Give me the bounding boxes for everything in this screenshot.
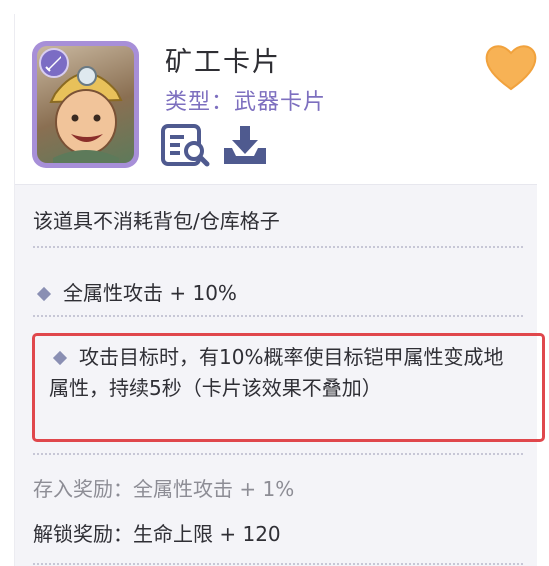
divider — [33, 315, 523, 317]
card-header: 矿工卡片 类型：武器卡片 — [15, 14, 537, 184]
diamond-bullet-icon — [36, 286, 52, 301]
miner-portrait-icon — [37, 46, 134, 163]
download-tray-icon[interactable] — [220, 124, 270, 168]
sword-badge-icon — [39, 48, 69, 78]
storage-note: 该道具不消耗背包/仓库格子 — [33, 209, 280, 233]
stat-bonus-text: 全属性攻击 + 10% — [63, 281, 237, 305]
card-effect: 攻击目标时，有10%概率使目标铠甲属性变成地属性，持续5秒（卡片该效果不叠加） — [49, 342, 519, 404]
stat-bonus: 全属性攻击 + 10% — [33, 277, 237, 306]
card-effect-text: 攻击目标时，有10%概率使目标铠甲属性变成地属性，持续5秒（卡片该效果不叠加） — [49, 345, 504, 400]
card-portrait — [32, 41, 139, 168]
deposit-reward: 存入奖励：全属性攻击 + 1% — [33, 477, 295, 501]
heart-icon[interactable] — [483, 42, 539, 92]
divider — [33, 453, 523, 455]
inspect-magnifier-icon[interactable] — [161, 124, 211, 168]
card-title: 矿工卡片 — [165, 47, 281, 78]
diamond-bullet-icon — [52, 350, 68, 365]
card-detail-panel: 矿工卡片 类型：武器卡片 该道具不消耗背包/仓库格子 全属性攻击 + 10% 攻… — [14, 14, 545, 566]
card-type: 类型：武器卡片 — [165, 90, 327, 115]
divider — [33, 563, 523, 565]
unlock-reward: 解锁奖励：生命上限 + 120 — [33, 522, 281, 546]
divider — [33, 246, 523, 248]
card-description: 该道具不消耗背包/仓库格子 全属性攻击 + 10% 攻击目标时，有10%概率使目… — [15, 184, 545, 566]
